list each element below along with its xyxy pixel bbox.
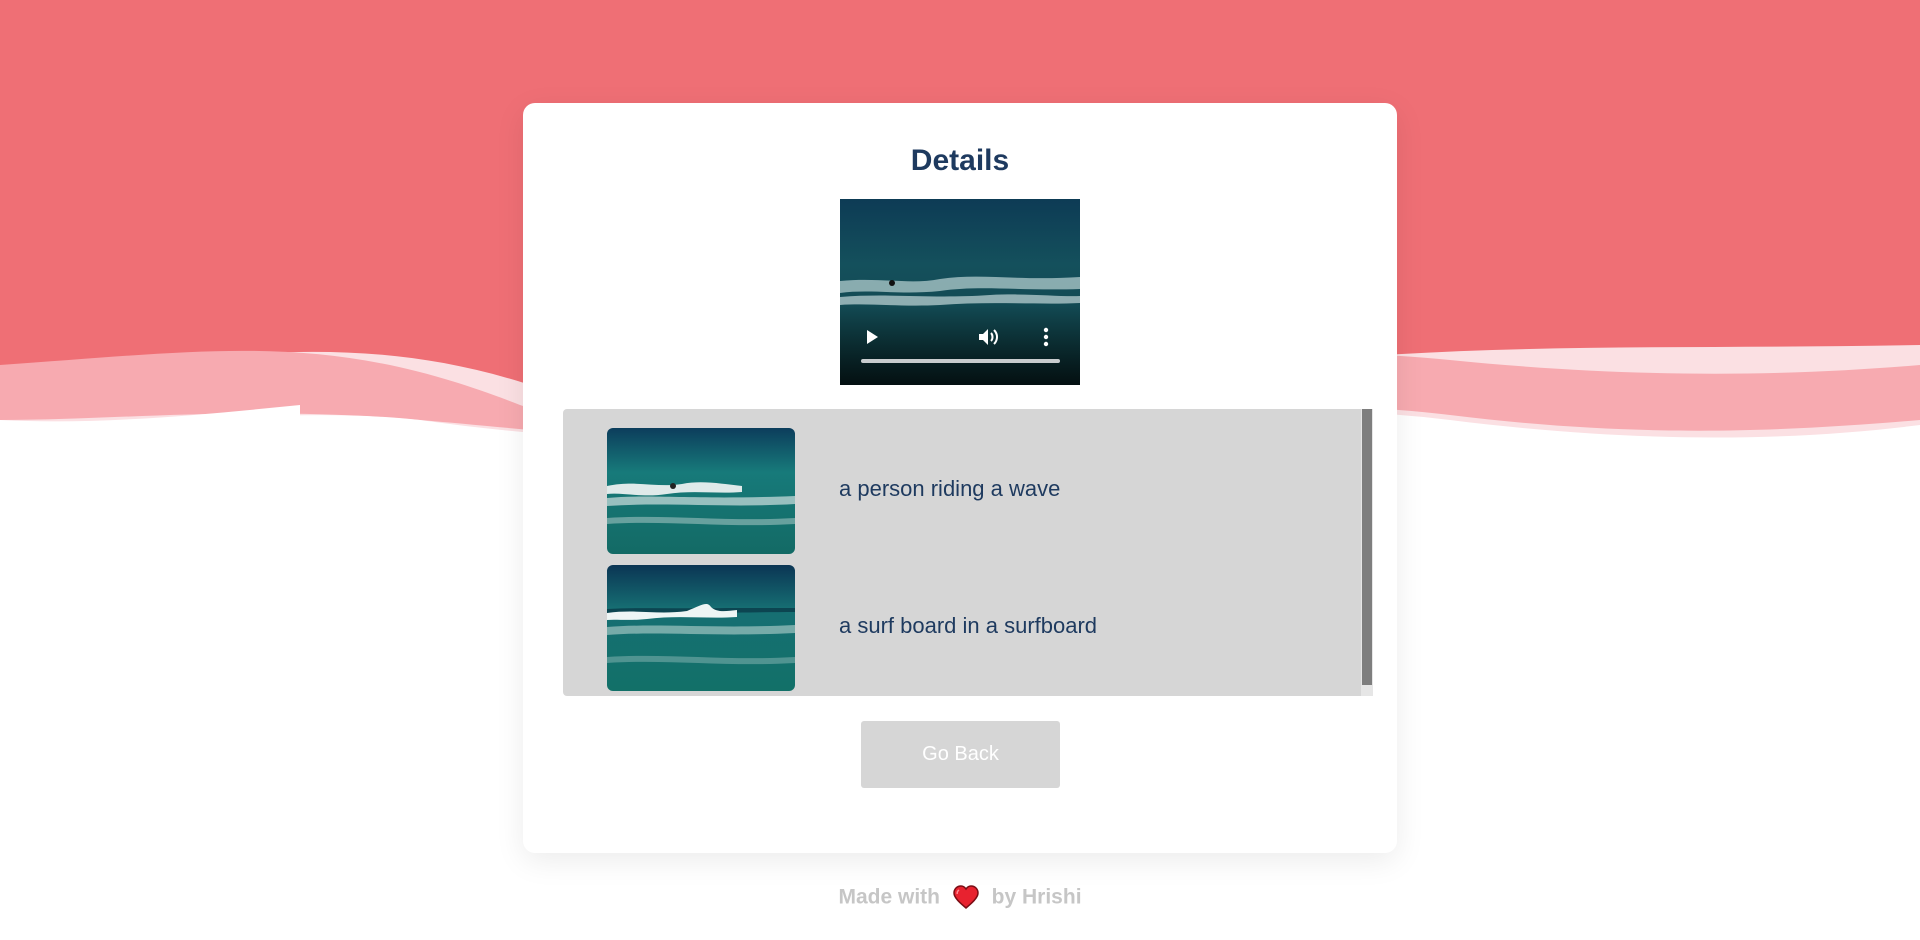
details-card: Details a person riding a wave a surf bo… [523,103,1397,853]
volume-icon[interactable] [978,327,1000,347]
results-scrollbar[interactable] [1361,409,1373,696]
play-icon[interactable] [864,329,880,345]
list-item[interactable]: a person riding a wave [607,428,1307,554]
heart-icon [953,885,979,910]
page-title: Details [910,144,1010,177]
more-vertical-icon[interactable] [1043,327,1049,347]
video-controls [840,305,1080,385]
video-player[interactable] [840,199,1080,385]
results-list: a person riding a wave a surf board in a… [563,409,1361,696]
result-caption: a surf board in a surfboard [839,613,1098,638]
video-progress-bar[interactable] [861,359,1060,363]
scrollbar-thumb[interactable] [1362,409,1372,685]
footer-author: by Hrishi [991,885,1082,909]
footer-made-with: Made with [838,885,940,909]
footer: Made with by Hrishi [0,885,1920,910]
result-thumbnail [607,565,795,691]
result-thumbnail [607,428,795,554]
go-back-button[interactable]: Go Back [861,721,1060,788]
list-item[interactable]: a surf board in a surfboard [607,565,1307,691]
result-caption: a person riding a wave [839,476,1061,501]
